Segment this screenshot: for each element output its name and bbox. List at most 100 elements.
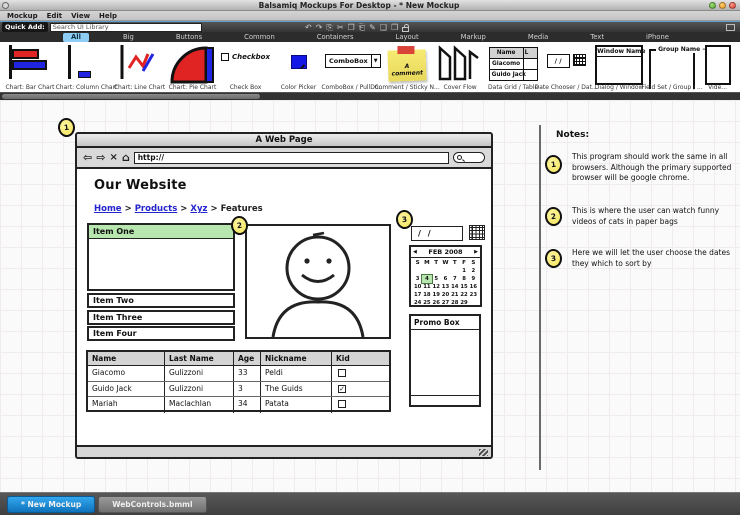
resize-grip-icon[interactable]	[479, 449, 488, 456]
library-scrollbar[interactable]	[0, 92, 740, 100]
menu-help[interactable]: Help	[99, 12, 117, 20]
library-item-combobox[interactable]: ComboBox ▼ ComboBox / PullDo...	[325, 42, 381, 92]
search-input[interactable]	[50, 23, 202, 32]
calendar-day[interactable]: 2	[469, 267, 478, 275]
library-item-bar-chart[interactable]: Chart: Bar Chart	[0, 42, 60, 92]
library-item-video[interactable]: Vide...	[699, 42, 737, 92]
library-item-cover-flow[interactable]: Cover Flow	[434, 42, 487, 92]
table-row[interactable]: GiacomoGulizzoni33Peldi	[88, 366, 389, 382]
list-item[interactable]: Item Three	[87, 310, 235, 325]
menu-edit[interactable]: Edit	[47, 12, 63, 20]
library-item-pie-chart[interactable]: Chart: Pie Chart	[166, 42, 219, 92]
browser-window-mockup[interactable]: A Web Page ⇦ ⇨ × ⌂ http:// Our Website H…	[75, 132, 493, 459]
calendar-day[interactable]: 16	[469, 283, 478, 291]
scrollbar-thumb[interactable]	[2, 94, 260, 99]
library-item-dialog[interactable]: Window Name Dialog / Window	[593, 42, 646, 92]
home-icon[interactable]: ⌂	[122, 149, 130, 167]
table-row[interactable]: Guido JackGulizzoni3The Guids✓	[88, 382, 389, 398]
calendar-day[interactable]: 11	[422, 283, 431, 291]
back-arrow-icon[interactable]: ⇦	[83, 149, 92, 167]
calendar-day[interactable]: 26	[432, 299, 441, 307]
category-tab-text[interactable]: Text	[582, 33, 612, 42]
tab-webcontrols[interactable]: WebControls.bmml	[98, 496, 206, 513]
item-list[interactable]: Item One	[87, 223, 235, 291]
calendar-day[interactable]: 1	[459, 267, 468, 275]
calendar-day[interactable]: 5	[432, 275, 441, 283]
date-picker-button[interactable]	[469, 225, 485, 240]
calendar-day[interactable]: 29	[459, 299, 468, 307]
category-tab-big[interactable]: Big	[115, 33, 142, 42]
kid-checkbox[interactable]	[338, 400, 346, 408]
calendar-day[interactable]: 15	[459, 283, 468, 291]
close-button[interactable]	[729, 2, 736, 9]
library-item-check-box[interactable]: Checkbox Check Box	[219, 42, 272, 92]
mockup-data-grid[interactable]: NameLast NameAgeNicknameKid GiacomoGuliz…	[86, 350, 391, 412]
calendar-widget[interactable]: ◀ FEB 2008 ▶ SMTWTFS12345678910111213141…	[409, 245, 482, 307]
category-tab-common[interactable]: Common	[236, 33, 283, 42]
table-row[interactable]: MariahMaclachlan34Patata	[88, 397, 389, 413]
calendar-day[interactable]: 22	[459, 291, 468, 299]
calendar-day[interactable]: 28	[450, 299, 459, 307]
calendar-next-icon[interactable]: ▶	[474, 249, 478, 255]
date-input[interactable]: / /	[411, 226, 463, 241]
calendar-day[interactable]: 14	[450, 283, 459, 291]
forward-arrow-icon[interactable]: ⇨	[96, 149, 105, 167]
category-tab-iphone[interactable]: iPhone	[638, 33, 677, 42]
calendar-day[interactable]: 19	[432, 291, 441, 299]
library-item-field-set[interactable]: Group Name – Field Set / Group / ...	[646, 42, 699, 92]
calendar-day[interactable]: 18	[422, 291, 431, 299]
calendar-day[interactable]: 6	[441, 275, 450, 283]
library-item-column-chart[interactable]: Chart: Column Chart	[60, 42, 113, 92]
calendar-day[interactable]: 21	[450, 291, 459, 299]
category-tab-media[interactable]: Media	[520, 33, 556, 42]
calendar-day[interactable]: 7	[450, 275, 459, 283]
library-item-comment[interactable]: A comment Comment / Sticky N...	[381, 42, 434, 92]
calendar-day[interactable]: 3	[413, 275, 422, 283]
fullscreen-icon[interactable]	[726, 24, 735, 31]
category-tab-layout[interactable]: Layout	[388, 33, 427, 42]
library-item-color-picker[interactable]: Color Picker	[272, 42, 325, 92]
calendar-day[interactable]: 27	[441, 299, 450, 307]
calendar-grid[interactable]: SMTWTFS123456789101112131415161718192021…	[411, 258, 480, 307]
list-item[interactable]: Item Two	[87, 293, 235, 308]
url-field[interactable]: http://	[134, 152, 449, 164]
stop-icon[interactable]: ×	[109, 149, 117, 167]
calendar-day[interactable]: 24	[413, 299, 422, 307]
library-item-line-chart[interactable]: Chart: Line Chart	[113, 42, 166, 92]
calendar-day[interactable]: 25	[422, 299, 431, 307]
annotation-marker-1[interactable]: 1	[57, 117, 76, 138]
calendar-day[interactable]: 4	[422, 275, 431, 283]
breadcrumb-link[interactable]: Xyz	[190, 204, 207, 214]
calendar-prev-icon[interactable]: ◀	[413, 249, 417, 255]
maximize-button[interactable]	[719, 2, 726, 9]
menu-view[interactable]: View	[71, 12, 90, 20]
kid-checkbox[interactable]: ✓	[338, 385, 346, 393]
calendar-day[interactable]: 20	[441, 291, 450, 299]
category-tab-buttons[interactable]: Buttons	[168, 33, 210, 42]
list-item-selected[interactable]: Item One	[89, 225, 233, 239]
menu-mockup[interactable]: Mockup	[7, 12, 38, 20]
calendar-day[interactable]: 17	[413, 291, 422, 299]
browser-search-box[interactable]	[453, 152, 485, 163]
calendar-day[interactable]: 12	[432, 283, 441, 291]
library-item-data-grid[interactable]: NameL Giacomo Guido Jack Data Grid / Tab…	[487, 42, 540, 92]
calendar-day[interactable]: 13	[441, 283, 450, 291]
webcam-image[interactable]	[245, 224, 391, 339]
category-tab-containers[interactable]: Containers	[309, 33, 362, 42]
calendar-day[interactable]: 9	[469, 275, 478, 283]
tab-new-mockup[interactable]: * New Mockup	[7, 496, 95, 513]
calendar-day[interactable]: 8	[459, 275, 468, 283]
library-item-date-chooser[interactable]: / / Date Chooser / Dat...	[540, 42, 593, 92]
breadcrumb-link[interactable]: Home	[94, 204, 122, 214]
calendar-day[interactable]: 23	[469, 291, 478, 299]
lock-icon[interactable]	[402, 27, 409, 32]
kid-checkbox[interactable]	[338, 369, 346, 377]
mockup-canvas[interactable]: 1 2 3 A Web Page ⇦ ⇨ × ⌂ http:// Our Web…	[0, 100, 740, 492]
breadcrumb-link[interactable]: Products	[135, 204, 178, 214]
category-tab-markup[interactable]: Markup	[453, 33, 494, 42]
promo-box[interactable]: Promo Box	[409, 314, 481, 407]
minimize-button[interactable]	[709, 2, 716, 9]
list-item[interactable]: Item Four	[87, 326, 235, 341]
category-tab-all[interactable]: All	[63, 33, 89, 42]
calendar-day[interactable]: 10	[413, 283, 422, 291]
